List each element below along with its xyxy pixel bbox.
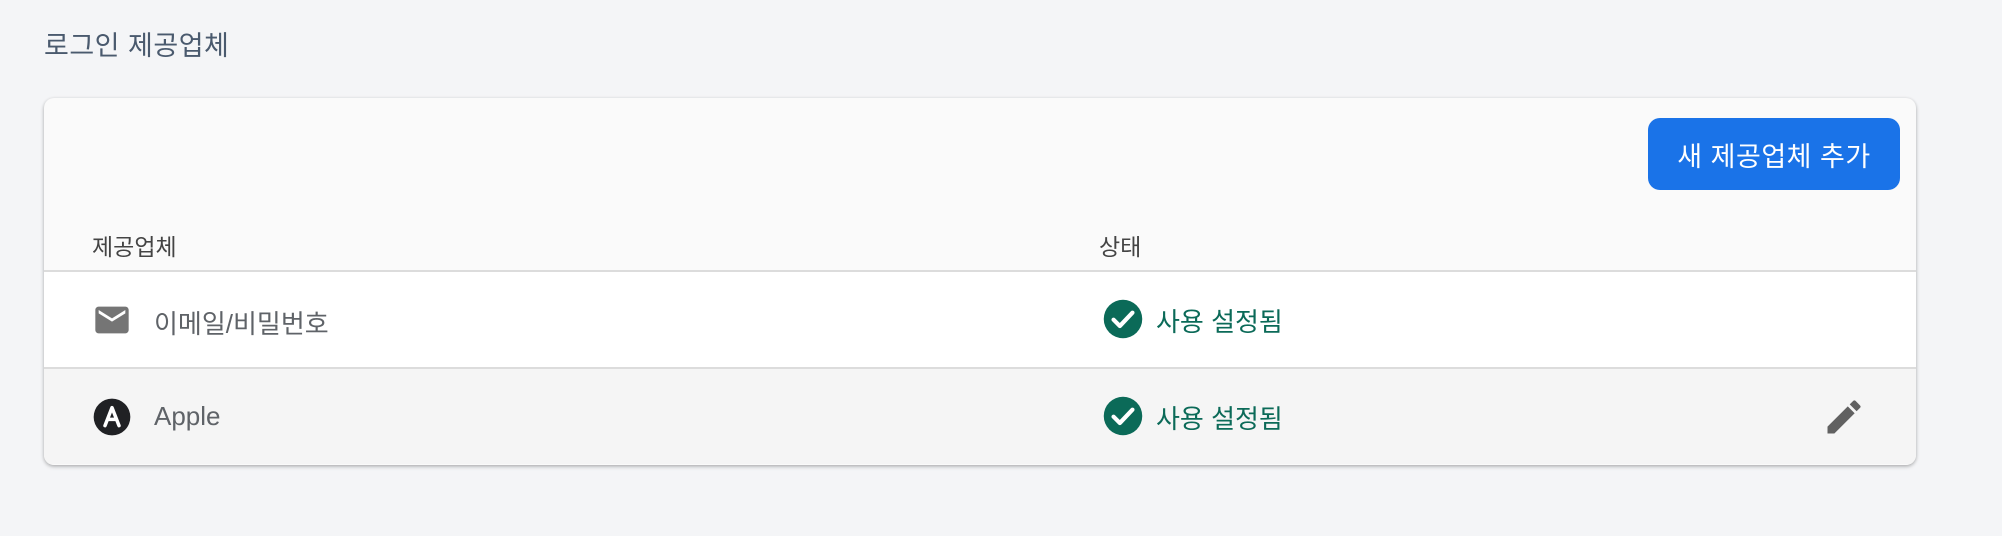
section-title: 로그인 제공업체 — [44, 31, 230, 61]
check-circle-icon — [1102, 298, 1144, 340]
provider-name: 이메일/비밀번호 — [154, 309, 329, 339]
add-provider-button[interactable]: 새 제공업체 추가 — [1648, 118, 1900, 190]
providers-card: 새 제공업체 추가 제공업체 상태 이메일/비밀번호 사용 설정됨 Apple — [44, 98, 1916, 465]
mail-icon — [92, 300, 132, 340]
table-header: 제공업체 상태 — [44, 228, 1916, 272]
status-badge: 사용 설정됨 — [1156, 307, 1283, 337]
status-badge: 사용 설정됨 — [1156, 404, 1283, 434]
check-circle-icon — [1102, 395, 1144, 437]
provider-name: Apple — [154, 401, 221, 431]
column-header-status: 상태 — [1099, 234, 1142, 260]
table-row-apple[interactable]: Apple 사용 설정됨 — [44, 369, 1916, 464]
edit-icon[interactable] — [1822, 395, 1866, 439]
column-header-provider: 제공업체 — [92, 234, 177, 260]
apple-icon — [92, 397, 132, 437]
table-row-email[interactable]: 이메일/비밀번호 사용 설정됨 — [44, 272, 1916, 369]
